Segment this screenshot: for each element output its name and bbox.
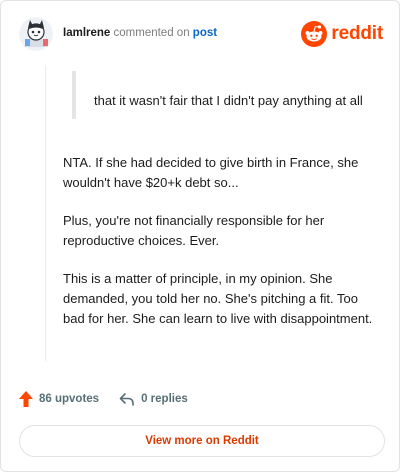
replies[interactable]: 0 replies — [119, 392, 188, 406]
post-link[interactable]: post — [193, 27, 217, 39]
reddit-logo[interactable]: reddit — [301, 21, 383, 47]
upvote-arrow-icon — [19, 391, 33, 407]
avatar[interactable] — [19, 17, 53, 51]
comment-paragraph: Plus, you're not financially responsible… — [63, 213, 325, 248]
quoted-text: that it wasn't fair that I didn't pay an… — [72, 71, 370, 119]
comment-header: Iamlrene commented on post reddit — [19, 15, 383, 55]
action-text: commented on — [113, 27, 190, 39]
comment-body: that it wasn't fair that I didn't pay an… — [45, 65, 375, 361]
username-link[interactable]: Iamlrene — [63, 27, 110, 39]
logo-wordmark: reddit — [331, 23, 383, 44]
comment-embed-card: Iamlrene commented on post reddit that i… — [0, 0, 400, 472]
upvote-count: 86 upvotes — [39, 393, 100, 405]
reply-icon — [119, 393, 134, 406]
comment-paragraph: This is a matter of principle, in my opi… — [63, 271, 373, 326]
view-more-button[interactable]: View more on Reddit — [19, 425, 385, 457]
comment-footer: 86 upvotes 0 replies — [19, 389, 208, 409]
upvotes[interactable]: 86 upvotes — [19, 391, 99, 407]
comment-meta: Iamlrene commented on post — [63, 27, 217, 39]
reddit-logo-icon — [301, 21, 328, 47]
comment-paragraph: NTA. If she had decided to give birth in… — [63, 155, 359, 190]
reply-count: 0 replies — [141, 393, 188, 405]
